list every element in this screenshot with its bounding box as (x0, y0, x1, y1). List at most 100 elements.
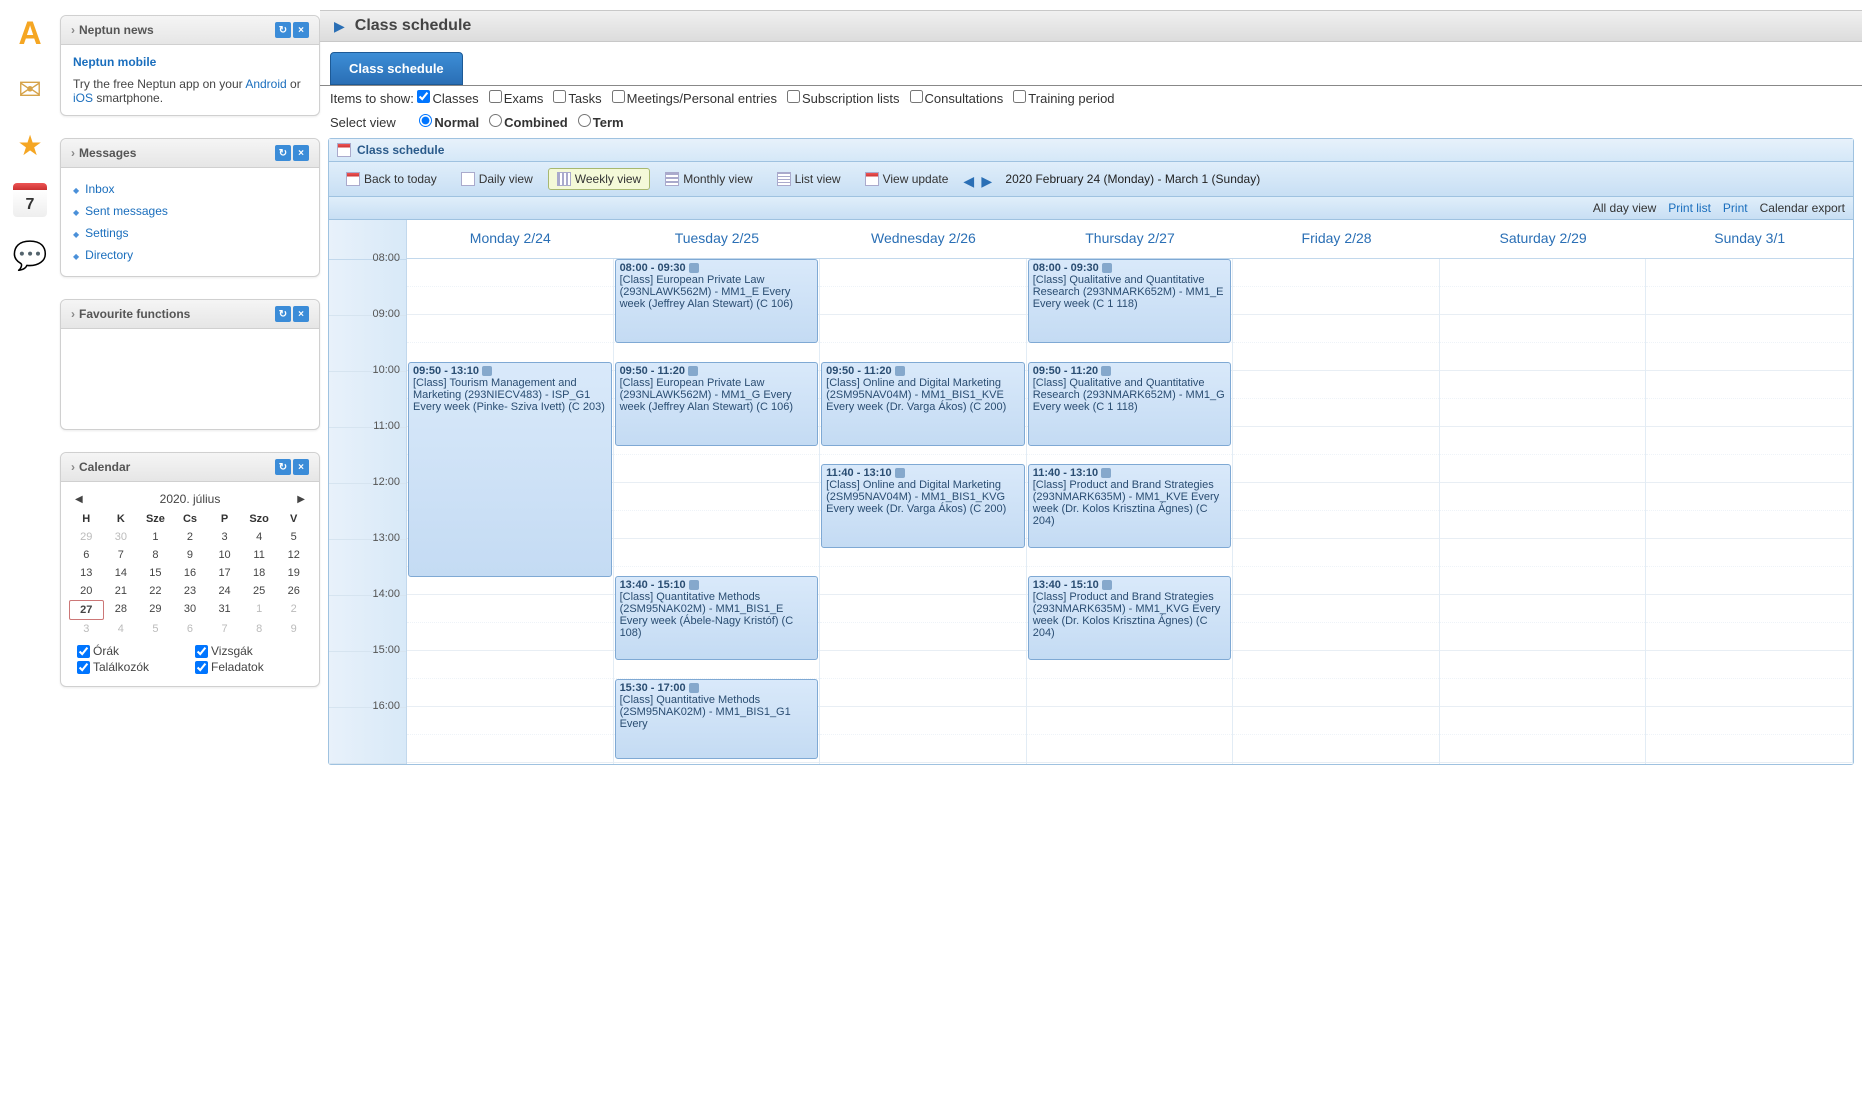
close-icon[interactable]: × (293, 145, 309, 161)
event[interactable]: 09:50 - 11:20[Class] Qualitative and Qua… (1028, 362, 1232, 446)
cal-cell[interactable]: 10 (207, 546, 242, 564)
event[interactable]: 11:40 - 13:10[Class] Online and Digital … (821, 464, 1025, 548)
cal-cell[interactable]: 30 (173, 600, 208, 620)
view-radio[interactable] (578, 114, 591, 127)
cal-check[interactable] (77, 661, 90, 674)
cal-cell[interactable]: 5 (138, 620, 173, 638)
messages-link-0[interactable]: Inbox (85, 182, 114, 196)
messages-link-2[interactable]: Settings (85, 226, 128, 240)
cal-cell[interactable]: 8 (242, 620, 277, 638)
cal-cell[interactable]: 14 (104, 564, 139, 582)
filter-checkbox[interactable] (1013, 90, 1026, 103)
ios-link[interactable]: iOS (73, 91, 93, 105)
cal-cell[interactable]: 7 (207, 620, 242, 638)
cal-check[interactable] (195, 661, 208, 674)
cal-cell[interactable]: 21 (104, 582, 139, 600)
messages-link-1[interactable]: Sent messages (85, 204, 168, 218)
event[interactable]: 09:50 - 11:20[Class] Online and Digital … (821, 362, 1025, 446)
print-list-link[interactable]: Print list (1668, 201, 1711, 215)
event[interactable]: 09:50 - 11:20[Class] European Private La… (615, 362, 819, 446)
print-link[interactable]: Print (1723, 201, 1748, 215)
app-icon-a[interactable]: A (12, 15, 48, 51)
list-view-button[interactable]: List view (768, 168, 850, 190)
cal-cell[interactable]: 13 (69, 564, 104, 582)
cal-cell[interactable]: 9 (276, 620, 311, 638)
event[interactable]: 08:00 - 09:30[Class] European Private La… (615, 259, 819, 343)
cal-cell[interactable]: 24 (207, 582, 242, 600)
cal-cell[interactable]: 26 (276, 582, 311, 600)
cal-cell[interactable]: 16 (173, 564, 208, 582)
filter-checkbox[interactable] (612, 90, 625, 103)
refresh-icon[interactable]: ↻ (275, 306, 291, 322)
cal-cell[interactable]: 15 (138, 564, 173, 582)
cal-cell[interactable]: 4 (104, 620, 139, 638)
view-update-button[interactable]: View update (856, 168, 958, 190)
cal-cell[interactable]: 31 (207, 600, 242, 620)
refresh-icon[interactable]: ↻ (275, 22, 291, 38)
cal-cell[interactable]: 25 (242, 582, 277, 600)
cal-cell[interactable]: 23 (173, 582, 208, 600)
cal-cell[interactable]: 29 (138, 600, 173, 620)
cal-cell[interactable]: 6 (173, 620, 208, 638)
event[interactable]: 09:50 - 13:10[Class] Tourism Management … (408, 362, 612, 577)
cal-cell[interactable]: 1 (242, 600, 277, 620)
star-icon[interactable]: ★ (12, 127, 48, 163)
event[interactable]: 15:30 - 17:00[Class] Quantitative Method… (615, 679, 819, 759)
cal-check[interactable] (77, 645, 90, 658)
cal-cell[interactable]: 4 (242, 528, 277, 546)
mail-icon[interactable]: ✉ (12, 71, 48, 107)
cal-cell[interactable]: 18 (242, 564, 277, 582)
cal-cell[interactable]: 6 (69, 546, 104, 564)
close-icon[interactable]: × (293, 459, 309, 475)
all-day-view-button[interactable]: All day view (1593, 201, 1656, 215)
prev-month-button[interactable]: ◀ (75, 494, 83, 505)
cal-cell[interactable]: 3 (69, 620, 104, 638)
cal-cell[interactable]: 22 (138, 582, 173, 600)
prev-week-button[interactable]: ◀ (963, 173, 975, 185)
cal-cell[interactable]: 2 (276, 600, 311, 620)
cal-cell[interactable]: 20 (69, 582, 104, 600)
cal-cell[interactable]: 2 (173, 528, 208, 546)
next-month-button[interactable]: ▶ (297, 494, 305, 505)
cal-cell[interactable]: 19 (276, 564, 311, 582)
event[interactable]: 08:00 - 09:30[Class] Qualitative and Qua… (1028, 259, 1232, 343)
filter-checkbox[interactable] (553, 90, 566, 103)
cal-cell[interactable]: 29 (69, 528, 104, 546)
next-week-button[interactable]: ▶ (981, 173, 993, 185)
cal-cell[interactable]: 1 (138, 528, 173, 546)
filter-checkbox[interactable] (417, 90, 430, 103)
event[interactable]: 13:40 - 15:10[Class] Quantitative Method… (615, 576, 819, 660)
calendar-export-button[interactable]: Calendar export (1760, 201, 1845, 215)
daily-view-button[interactable]: Daily view (452, 168, 542, 190)
back-to-today-button[interactable]: Back to today (337, 168, 446, 190)
android-link[interactable]: Android (245, 77, 286, 91)
view-radio[interactable] (489, 114, 502, 127)
calendar-icon[interactable]: 7 (13, 183, 47, 217)
cal-cell[interactable]: 7 (104, 546, 139, 564)
cal-cell[interactable]: 27 (69, 600, 104, 620)
close-icon[interactable]: × (293, 22, 309, 38)
weekly-view-button[interactable]: Weekly view (548, 168, 650, 190)
cal-cell[interactable]: 17 (207, 564, 242, 582)
cal-cell[interactable]: 28 (104, 600, 139, 620)
cal-check[interactable] (195, 645, 208, 658)
event[interactable]: 11:40 - 13:10[Class] Product and Brand S… (1028, 464, 1232, 548)
cal-cell[interactable]: 30 (104, 528, 139, 546)
cal-cell[interactable]: 9 (173, 546, 208, 564)
cal-cell[interactable]: 11 (242, 546, 277, 564)
refresh-icon[interactable]: ↻ (275, 145, 291, 161)
cal-cell[interactable]: 5 (276, 528, 311, 546)
cal-cell[interactable]: 3 (207, 528, 242, 546)
event[interactable]: 13:40 - 15:10[Class] Product and Brand S… (1028, 576, 1232, 660)
cal-cell[interactable]: 8 (138, 546, 173, 564)
filter-checkbox[interactable] (489, 90, 502, 103)
forum-icon[interactable]: 💬 (12, 237, 48, 273)
filter-checkbox[interactable] (910, 90, 923, 103)
tab-class-schedule[interactable]: Class schedule (330, 52, 463, 85)
refresh-icon[interactable]: ↻ (275, 459, 291, 475)
cal-cell[interactable]: 12 (276, 546, 311, 564)
close-icon[interactable]: × (293, 306, 309, 322)
filter-checkbox[interactable] (787, 90, 800, 103)
monthly-view-button[interactable]: Monthly view (656, 168, 761, 190)
messages-link-3[interactable]: Directory (85, 248, 133, 262)
